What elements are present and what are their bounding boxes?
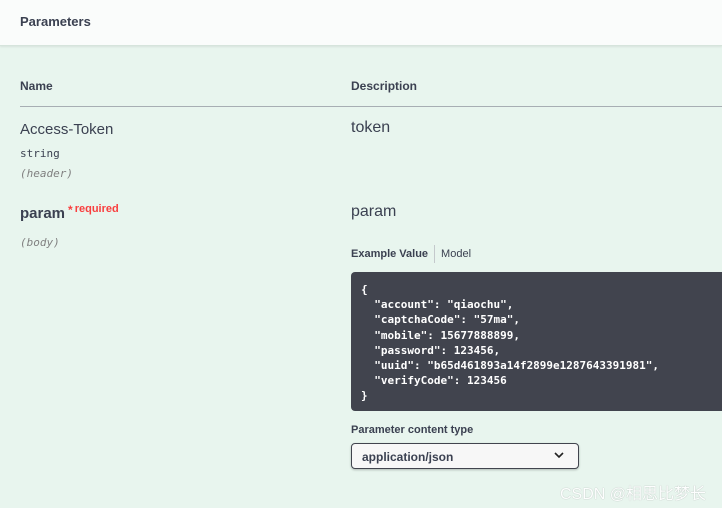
param-description-access-token: token [351, 119, 391, 136]
watermark: CSDN @相思比梦长 [559, 486, 706, 503]
content-type-value: application/json [362, 450, 454, 464]
required-star: * [68, 203, 73, 217]
example-tabs: Example Value Model [351, 245, 471, 263]
param-name-param: param * required [20, 203, 119, 222]
param-name-text: param [20, 205, 66, 222]
param-type-access-token: string [20, 147, 60, 160]
tab-example-value[interactable]: Example Value [351, 248, 434, 260]
param-name-access-token: Access-Token [20, 121, 114, 138]
header-divider [20, 106, 722, 107]
content-type-label: Parameter content type [351, 424, 474, 436]
column-header-name: Name [20, 79, 53, 93]
content-type-select[interactable]: application/json [351, 443, 579, 469]
required-label: required [74, 203, 119, 215]
example-value-box[interactable]: { "account": "qiaochu", "captchaCode": "… [351, 272, 722, 411]
param-description-param: param [351, 203, 397, 220]
tab-model[interactable]: Model [435, 248, 471, 260]
parameters-header: Parameters [0, 0, 722, 46]
param-in-param: (body) [20, 236, 60, 249]
column-header-description: Description [351, 79, 418, 93]
chevron-down-icon [554, 452, 564, 459]
param-in-access-token: (header) [20, 167, 73, 180]
example-json: { "account": "qiaochu", "captchaCode": "… [361, 283, 660, 403]
section-title: Parameters [20, 14, 91, 29]
